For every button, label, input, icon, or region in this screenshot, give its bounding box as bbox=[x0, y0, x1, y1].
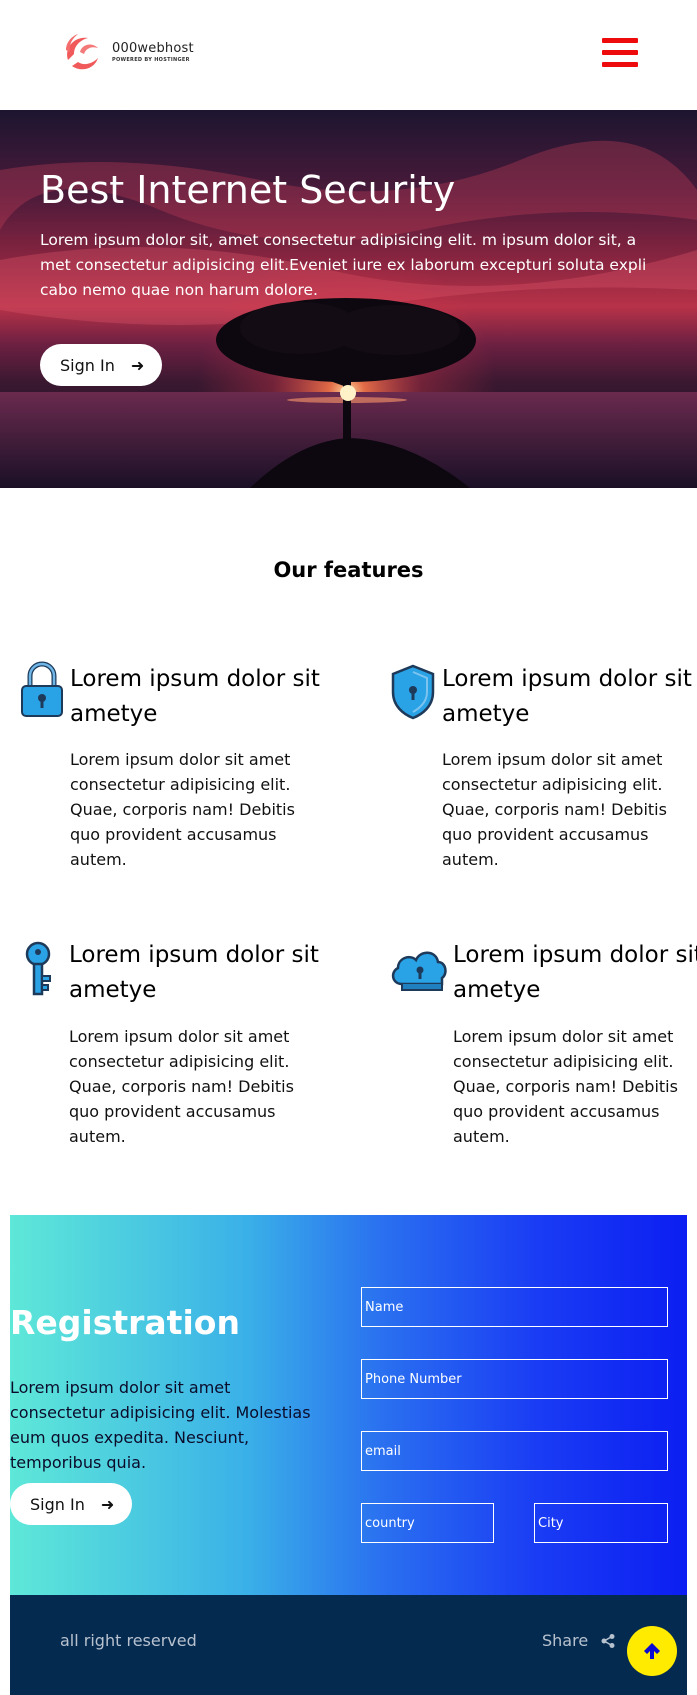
feature-heading-1: Lorem ipsum dolor sit ametye bbox=[70, 666, 320, 727]
padlock-icon bbox=[21, 661, 63, 717]
country-input[interactable] bbox=[361, 1503, 494, 1543]
logo-subtitle: POWERED BY HOSTINGER bbox=[112, 57, 190, 63]
site-footer: all right reserved Share bbox=[10, 1595, 687, 1695]
registration-section: Registration Lorem ipsum dolor sit amet … bbox=[10, 1215, 687, 1595]
logo-title: 000webhost bbox=[112, 41, 194, 56]
share-icon bbox=[601, 1633, 615, 1648]
city-input[interactable] bbox=[534, 1503, 668, 1543]
scroll-to-top-button[interactable] bbox=[627, 1626, 677, 1676]
shield-icon bbox=[391, 664, 435, 720]
email-input[interactable] bbox=[361, 1431, 668, 1471]
logo-swirl-icon bbox=[66, 34, 98, 70]
feature-text-3: Lorem ipsum dolor sit amet consectetur a… bbox=[69, 1027, 294, 1146]
hero-banner: Best Internet Security Lorem ipsum dolor… bbox=[0, 110, 697, 488]
registration-sign-in-button[interactable]: Sign In ➜ bbox=[10, 1483, 132, 1525]
name-input[interactable] bbox=[361, 1287, 668, 1327]
registration-description: Lorem ipsum dolor sit amet consectetur a… bbox=[10, 1378, 311, 1472]
arrow-right-icon: ➜ bbox=[100, 1494, 115, 1514]
arrow-up-icon bbox=[644, 1643, 660, 1659]
feature-text-4: Lorem ipsum dolor sit amet consectetur a… bbox=[453, 1027, 678, 1146]
hero-sign-in-label: Sign In bbox=[60, 355, 115, 375]
hero-description: Lorem ipsum dolor sit, amet consectetur … bbox=[40, 231, 647, 299]
feature-heading-3: Lorem ipsum dolor sit ametye bbox=[69, 942, 319, 1003]
feature-text-1: Lorem ipsum dolor sit amet consectetur a… bbox=[70, 750, 295, 869]
hero-sign-in-button[interactable]: Sign In ➜ bbox=[40, 344, 162, 386]
site-logo[interactable]: 000webhost POWERED BY HOSTINGER bbox=[58, 30, 194, 74]
hamburger-menu-icon[interactable] bbox=[602, 38, 638, 70]
site-header: 000webhost POWERED BY HOSTINGER bbox=[0, 0, 697, 110]
feature-heading-4: Lorem ipsum dolor sit ametye bbox=[453, 942, 697, 1003]
features-section-title: Our features bbox=[273, 558, 424, 582]
registration-title: Registration bbox=[10, 1303, 240, 1342]
share-label: Share bbox=[542, 1631, 589, 1650]
key-icon bbox=[25, 941, 51, 996]
registration-sign-in-label: Sign In bbox=[30, 1494, 85, 1514]
arrow-right-icon: ➜ bbox=[130, 355, 145, 375]
share-button[interactable]: Share bbox=[542, 1631, 616, 1650]
feature-heading-2: Lorem ipsum dolor sit ametye bbox=[442, 666, 692, 727]
cloud-lock-icon bbox=[391, 951, 447, 991]
hero-title: Best Internet Security bbox=[40, 168, 456, 212]
feature-text-2: Lorem ipsum dolor sit amet consectetur a… bbox=[442, 750, 667, 869]
copyright-text: all right reserved bbox=[60, 1631, 197, 1650]
phone-number-input[interactable] bbox=[361, 1359, 668, 1399]
